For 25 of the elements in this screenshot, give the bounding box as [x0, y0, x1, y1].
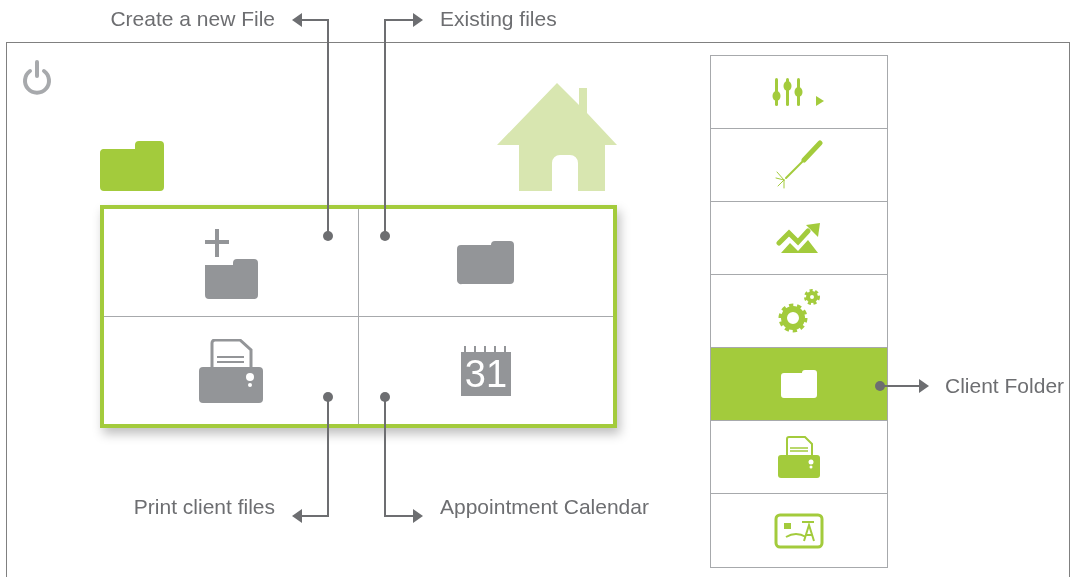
power-icon[interactable]	[21, 59, 53, 97]
calendar-tile[interactable]: 31	[359, 317, 613, 424]
gears-icon	[777, 288, 821, 334]
calendar-date: 31	[464, 354, 508, 393]
home-icon[interactable]	[497, 83, 617, 191]
folder-icon	[99, 141, 165, 191]
printer-tile[interactable]	[104, 317, 358, 424]
folder-icon	[457, 240, 515, 285]
callout-label: Print client files	[133, 494, 275, 520]
folder-menu-item[interactable]	[711, 348, 887, 421]
callout-label: Existing files	[440, 6, 557, 32]
sliders-icon	[772, 76, 826, 108]
image-card-icon	[774, 512, 824, 549]
callout-label: Client Folder	[945, 373, 1065, 399]
printer-icon	[199, 338, 263, 403]
folder-tile[interactable]	[359, 209, 613, 316]
printer-icon	[778, 436, 820, 478]
callout-label: Create a new File	[110, 6, 275, 32]
folder-icon	[781, 370, 817, 398]
add-folder-icon	[203, 226, 259, 299]
trend-chart-icon	[776, 223, 822, 253]
callout-label: Appointment Calendar	[440, 494, 649, 520]
leader-line	[875, 379, 929, 393]
welding-torch-icon	[774, 140, 824, 190]
add-folder-tile[interactable]	[104, 209, 358, 316]
